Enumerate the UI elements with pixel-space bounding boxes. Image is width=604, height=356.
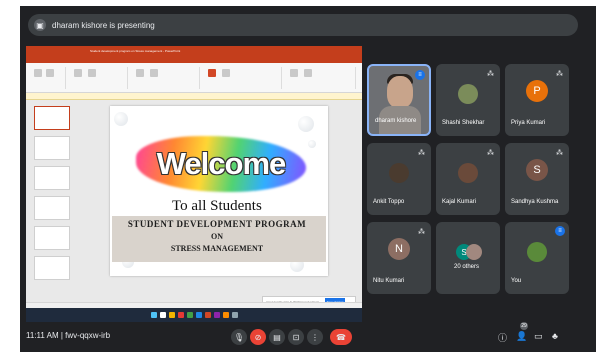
participant-name: Priya Kumari bbox=[511, 120, 546, 126]
slide-headline: Welcome bbox=[156, 146, 287, 181]
ppt-ribbon-tabs bbox=[26, 55, 362, 63]
present-icon: ▣ bbox=[34, 19, 46, 31]
slide-thumbnail[interactable] bbox=[34, 136, 70, 160]
self-tile[interactable]: ≡ You bbox=[505, 222, 569, 294]
slide-thumbnail[interactable] bbox=[34, 166, 70, 190]
current-slide: Welcome To all Students STUDENT DEVELOPM… bbox=[110, 106, 328, 276]
program-topic: STRESS MANAGEMENT bbox=[170, 244, 264, 253]
others-avatar bbox=[466, 244, 482, 260]
windows-taskbar bbox=[26, 308, 362, 322]
slide-thumbnail[interactable] bbox=[34, 226, 70, 250]
more-vert-icon: ⋮ bbox=[311, 332, 319, 342]
participant-photo bbox=[458, 163, 478, 183]
mic-off-icon: ⁂ bbox=[487, 71, 494, 78]
welcome-graphic: Welcome bbox=[136, 136, 306, 192]
participant-name: dharam kishore bbox=[375, 118, 417, 124]
speaking-indicator-icon: ≡ bbox=[555, 226, 565, 236]
mic-icon: 🎙 bbox=[233, 332, 245, 342]
meet-window: ▣ dharam kishore is presenting Student d… bbox=[20, 6, 596, 352]
participant-name: Ankit Toppo bbox=[373, 199, 405, 205]
meeting-info: 11:11 AM | fwv-qqxw-irb bbox=[26, 331, 111, 340]
camera-button[interactable]: ⊘ bbox=[250, 329, 266, 345]
captions-button[interactable]: ▤ bbox=[269, 329, 285, 345]
slide-thumbnails bbox=[28, 102, 72, 298]
ppt-warning-bar bbox=[26, 93, 362, 100]
people-icon[interactable]: 👤 bbox=[516, 331, 527, 342]
participant-avatar: S bbox=[526, 159, 548, 181]
others-tile[interactable]: S 20 others bbox=[436, 222, 500, 294]
presenting-text: dharam kishore is presenting bbox=[52, 20, 155, 30]
participant-tile[interactable]: ≡ dharam kishore bbox=[367, 64, 431, 136]
participant-tile[interactable]: ⁂ Shashi Shekhar bbox=[436, 64, 500, 136]
others-label: 20 others bbox=[454, 264, 480, 270]
speaking-indicator-icon: ≡ bbox=[415, 70, 425, 80]
clock-time: 11:11 AM bbox=[26, 331, 59, 340]
presenting-banner: ▣ dharam kishore is presenting bbox=[28, 14, 578, 36]
more-options-button[interactable]: ⋮ bbox=[307, 329, 323, 345]
participant-avatar: N bbox=[388, 238, 410, 260]
participant-count-badge: 29 bbox=[520, 322, 528, 330]
activities-icon[interactable]: ♣ bbox=[552, 331, 558, 341]
mic-off-icon: ⁂ bbox=[556, 71, 563, 78]
camera-off-icon: ⊘ bbox=[254, 332, 262, 342]
meeting-code: fwv-qqxw-irb bbox=[65, 331, 111, 340]
chat-icon[interactable]: ▭ bbox=[534, 331, 543, 342]
participant-name: Kajal Kumari bbox=[442, 199, 477, 205]
participant-avatar: P bbox=[526, 80, 548, 102]
phone-hangup-icon: ☎ bbox=[336, 332, 346, 342]
present-button[interactable]: ⊡ bbox=[288, 329, 304, 345]
participant-tile[interactable]: ⁂ P Priya Kumari bbox=[505, 64, 569, 136]
participant-name: Sandhya Kushma bbox=[511, 199, 559, 205]
mic-off-icon: ⁂ bbox=[556, 150, 563, 157]
participant-tile[interactable]: ⁂ Ankit Toppo bbox=[367, 143, 431, 215]
present-screen-icon: ⊡ bbox=[292, 332, 300, 342]
self-photo bbox=[527, 242, 547, 262]
participant-photo bbox=[458, 84, 478, 104]
slide-thumbnail[interactable] bbox=[34, 106, 70, 130]
participant-photo bbox=[389, 163, 409, 183]
program-on: ON bbox=[211, 232, 223, 241]
mic-button[interactable]: 🎙 bbox=[231, 329, 247, 345]
bottom-bar: 11:11 AM | fwv-qqxw-irb 🎙 ⊘ ▤ ⊡ ⋮ ☎ ⓘ 👤 … bbox=[20, 322, 596, 352]
shared-screen: Student development program on Stress ma… bbox=[26, 46, 362, 322]
slide-thumbnail[interactable] bbox=[34, 196, 70, 220]
mic-off-icon: ⁂ bbox=[418, 150, 425, 157]
slide-thumbnail[interactable] bbox=[34, 256, 70, 280]
leave-call-button[interactable]: ☎ bbox=[330, 329, 352, 345]
slide-subheadline: To all Students bbox=[172, 198, 262, 214]
self-name: You bbox=[511, 278, 522, 284]
captions-icon: ▤ bbox=[273, 332, 281, 342]
mic-off-icon: ⁂ bbox=[487, 150, 494, 157]
info-icon[interactable]: ⓘ bbox=[498, 331, 507, 344]
participant-name: Nitu Kumari bbox=[373, 278, 405, 284]
participant-name: Shashi Shekhar bbox=[442, 120, 485, 126]
mic-off-icon: ⁂ bbox=[418, 229, 425, 236]
program-title: STUDENT DEVELOPMENT PROGRAM bbox=[127, 219, 307, 229]
ppt-editor: Welcome To all Students STUDENT DEVELOPM… bbox=[26, 100, 362, 307]
participant-tile[interactable]: ⁂ Kajal Kumari bbox=[436, 143, 500, 215]
participant-tile[interactable]: ⁂ S Sandhya Kushma bbox=[505, 143, 569, 215]
ppt-window-title: Student development program on Stress ma… bbox=[90, 48, 181, 53]
ppt-ribbon bbox=[26, 63, 362, 93]
ppt-title-bar: Student development program on Stress ma… bbox=[26, 46, 362, 55]
participant-tile[interactable]: ⁂ N Nitu Kumari bbox=[367, 222, 431, 294]
